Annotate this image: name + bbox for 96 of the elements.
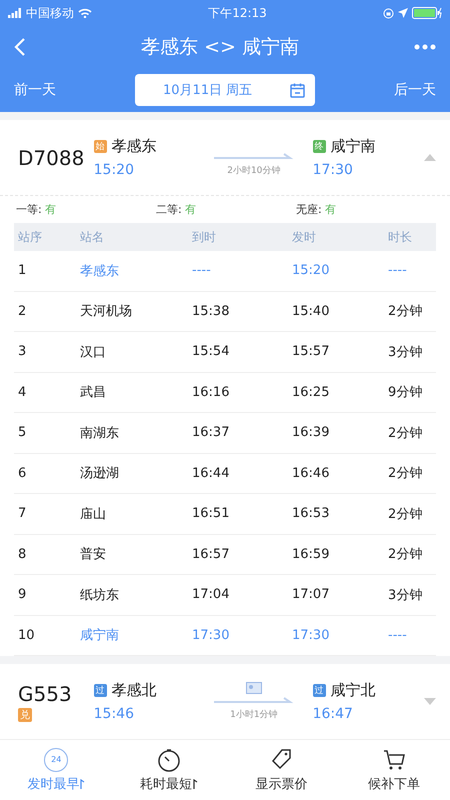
station-badge: 过: [312, 684, 326, 697]
table-cell-text: 天河机场: [80, 303, 133, 320]
carrier-name: 中国移动: [26, 4, 74, 22]
table-cell-text: 庙山: [80, 506, 107, 523]
table-cell-text: 17:07: [292, 587, 330, 602]
table-cell-text: 15:54: [192, 344, 230, 360]
signal-icon: [8, 8, 22, 18]
table-cell-text: 7: [18, 506, 28, 522]
station-badge: 过: [94, 684, 107, 697]
table-cell-text: 16:44: [192, 466, 230, 481]
sort-tab[interactable]: 显示票价: [225, 740, 338, 800]
table-cell-text: ----: [388, 628, 408, 643]
table-cell-text: 汉口: [80, 344, 107, 361]
table-cell-text: 17:04: [192, 587, 230, 602]
seat-availability: 无座: 有: [296, 202, 336, 217]
clock-time: 下午12:13: [208, 4, 267, 22]
calendar-icon: [290, 82, 305, 98]
table-cell-text: 汤逊湖: [80, 465, 120, 482]
column-header: 站序: [18, 228, 43, 246]
table-cell-text: 16:59: [292, 546, 330, 562]
seat-availability: 二等: 有: [156, 202, 198, 217]
travel-duration: 1小时1分钟: [230, 708, 278, 721]
id-card-icon: [246, 682, 262, 694]
train-time: 15:46: [94, 706, 135, 722]
back-icon[interactable]: [14, 37, 26, 57]
train-card[interactable]: G553 兑 过 孝感北 15:46 1小时1分钟 过 咸宁北 16:47: [0, 664, 450, 739]
table-cell-text: 9分钟: [388, 384, 424, 402]
table-cell-text: 纸坊东: [80, 586, 120, 604]
table-cell-text: 2分钟: [388, 506, 424, 523]
column-header: 发时: [292, 228, 317, 246]
table-cell-text: 3: [18, 344, 28, 360]
table-cell-text: 武昌: [80, 384, 107, 402]
station-name: 咸宁北: [330, 681, 376, 700]
station-badge: 始: [94, 140, 107, 153]
station-name: 孝感北: [112, 681, 157, 700]
table-cell-text: 16:46: [292, 466, 330, 481]
table-cell-text: 2分钟: [388, 303, 424, 320]
table-cell-text: 15:40: [292, 304, 330, 319]
train-card[interactable]: [0, 120, 450, 656]
station-name: 咸宁南: [330, 137, 376, 156]
sort-tab[interactable]: 候补下单: [338, 740, 450, 800]
wifi-icon: [78, 8, 92, 18]
train-time: 15:20: [94, 162, 135, 178]
train-time: 17:30: [312, 162, 354, 178]
location-icon: [398, 8, 408, 18]
travel-duration: 2小时10分钟: [227, 164, 280, 177]
table-cell-text: 2分钟: [388, 465, 424, 482]
battery-icon: [412, 7, 442, 19]
table-cell-text: 2分钟: [388, 546, 424, 564]
table-cell-text: 10: [18, 628, 36, 643]
cart-icon: [382, 748, 406, 772]
column-header: 时长: [388, 228, 413, 246]
station-name: 孝感东: [112, 137, 157, 156]
table-cell-text: 17:30: [292, 628, 330, 643]
column-header: 站名: [80, 228, 105, 246]
lock-rotation-icon: [383, 8, 394, 18]
table-cell-text: 南湖东: [80, 424, 120, 442]
table-cell-text: 2: [18, 304, 28, 319]
table-cell-text: 3分钟: [388, 586, 424, 604]
train-tag: 兑: [18, 708, 32, 722]
train-time: 16:47: [312, 706, 354, 722]
table-cell-text: 8: [18, 546, 28, 562]
page-title: 孝感东 <> 咸宁南: [141, 35, 299, 60]
table-cell-text: ----: [388, 263, 408, 278]
table-cell-text: 15:57: [292, 344, 330, 360]
station-badge: 终: [312, 140, 326, 153]
table-cell-text: 孝感东: [80, 262, 120, 280]
table-cell-text: 16:37: [192, 425, 230, 440]
sort-tab[interactable]: 耗时最短: [112, 740, 225, 800]
table-cell-text: 15:20: [292, 263, 330, 278]
train-number: G553: [18, 682, 73, 706]
more-icon[interactable]: [414, 44, 436, 50]
table-cell-text: 17:30: [192, 628, 230, 643]
table-cell-text: 16:57: [192, 546, 230, 562]
price-tag-icon: [269, 748, 294, 772]
table-cell-text: 5: [18, 425, 28, 440]
table-cell-text: 普安: [80, 546, 107, 564]
table-cell-text: 3分钟: [388, 344, 424, 361]
table-cell-text: 2分钟: [388, 424, 424, 442]
timer-icon: [156, 748, 181, 772]
table-cell-text: 1: [18, 263, 28, 278]
table-cell-text: 9: [18, 587, 28, 602]
column-header: 到时: [192, 228, 217, 246]
table-cell-text: 4: [18, 384, 28, 400]
table-cell-text: 6: [18, 466, 28, 481]
table-cell-text: ----: [192, 263, 212, 278]
clock-icon: 24: [44, 748, 68, 772]
seat-availability: 一等: 有: [16, 202, 58, 217]
table-cell-text: 16:53: [292, 506, 330, 522]
table-cell-text: 咸宁南: [80, 627, 120, 644]
table-cell-text: 16:39: [292, 425, 330, 440]
table-cell-text: 16:25: [292, 384, 330, 400]
table-cell-text: 15:38: [192, 304, 230, 319]
train-number: D7088: [18, 146, 86, 170]
table-cell-text: 16:51: [192, 506, 230, 522]
table-cell-text: 16:16: [192, 384, 230, 400]
